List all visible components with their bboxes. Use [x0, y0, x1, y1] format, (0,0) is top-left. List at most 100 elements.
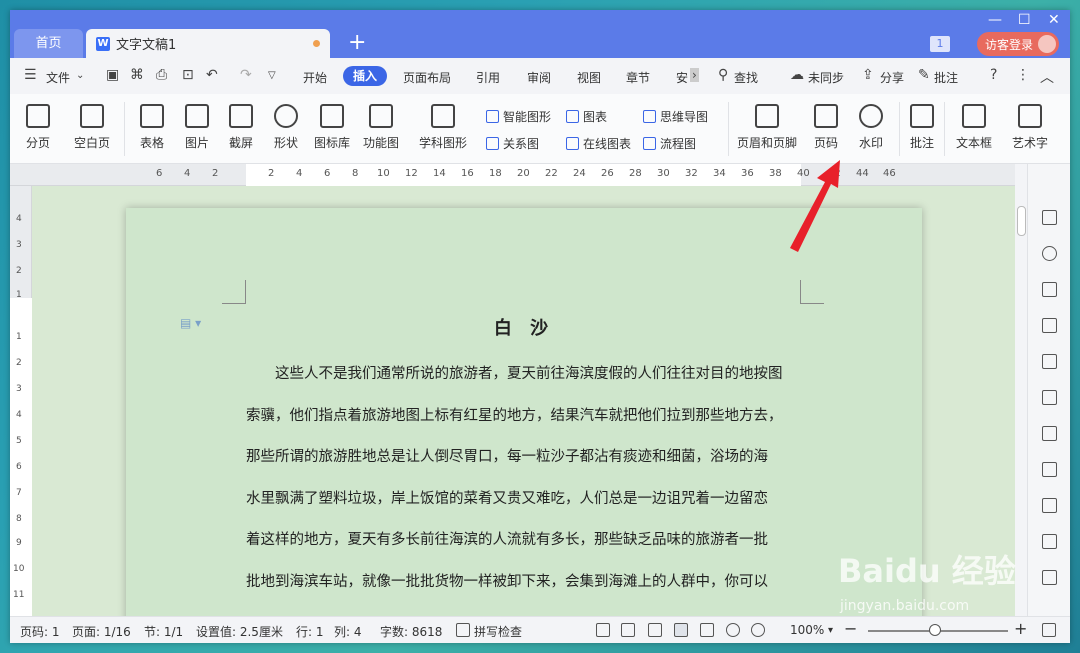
zoom-in-icon[interactable]: + — [1014, 619, 1027, 638]
mind-map-button[interactable]: 思维导图 — [643, 108, 708, 125]
status-page-number[interactable]: 页码: 1 — [20, 623, 60, 640]
menu-start[interactable]: 开始 — [303, 69, 327, 86]
style-icon[interactable] — [1042, 282, 1057, 297]
archive-icon[interactable] — [1042, 570, 1057, 585]
subject-shape-button[interactable]: 学科图形 — [415, 94, 471, 151]
status-col[interactable]: 列: 4 — [334, 623, 362, 640]
watermark-button[interactable]: 水印 — [851, 94, 891, 151]
cloud-sync-icon[interactable]: ☁ — [790, 67, 804, 83]
search-icon[interactable]: ⚲ — [718, 67, 728, 83]
textbox-button[interactable]: 文本框 — [950, 94, 998, 151]
fullscreen-icon[interactable] — [596, 623, 610, 637]
menu-file[interactable]: 文件 — [46, 69, 70, 86]
table-panel-icon[interactable] — [1042, 318, 1057, 333]
picture-button[interactable]: 图片 — [177, 94, 217, 151]
tab-document[interactable]: W 文字文稿1 — [86, 29, 330, 58]
text-line[interactable]: 水里飘满了塑料垃圾，岸上饭馆的菜肴又贵又难吃，人们总是一边诅咒着一边留恋 — [246, 479, 802, 521]
status-setting[interactable]: 设置值: 2.5厘米 — [196, 623, 283, 640]
page-view-icon[interactable] — [674, 623, 688, 637]
document-title[interactable]: 白 沙 — [126, 314, 922, 340]
redo-icon[interactable]: ↷ — [240, 67, 252, 83]
share-button[interactable]: 分享 — [880, 69, 904, 86]
guest-login-button[interactable]: 访客登录 — [977, 32, 1059, 56]
quick-access-dropdown-icon[interactable]: ▽ — [268, 70, 276, 81]
save-icon[interactable]: ▣ — [106, 67, 119, 83]
grid-icon[interactable] — [1042, 354, 1057, 369]
function-chart-button[interactable]: 功能图 — [358, 94, 404, 151]
menu-reference[interactable]: 引用 — [476, 69, 500, 86]
flowchart-button[interactable]: 流程图 — [643, 135, 696, 152]
help-icon[interactable]: ? — [990, 67, 997, 83]
menu-chapter[interactable]: 章节 — [626, 69, 650, 86]
zoom-dropdown-icon[interactable]: ▾ — [828, 625, 833, 636]
more-icon[interactable]: ⋮ — [1016, 67, 1030, 83]
page-break-button[interactable]: 分页 — [18, 94, 58, 151]
text-line[interactable]: 那些所谓的旅游胜地总是让人倒尽胃口，每一粒沙子都沾有痰迹和细菌，浴场的海 — [246, 437, 802, 479]
collapse-ribbon-icon[interactable]: ︿ — [1040, 67, 1054, 87]
undo-icon[interactable]: ↶ — [206, 67, 218, 83]
tab-home[interactable]: 首页 — [14, 29, 83, 58]
fit-window-icon[interactable] — [1042, 623, 1056, 637]
spell-check-button[interactable]: 拼写检查 — [474, 623, 522, 640]
zoom-slider-handle[interactable] — [929, 624, 941, 636]
comment-menu[interactable]: 批注 — [934, 69, 958, 86]
vertical-ruler[interactable]: 4 3 2 1 1 2 3 4 5 6 7 8 9 10 11 — [10, 186, 32, 616]
chart-button[interactable]: 图表 — [566, 108, 607, 125]
shapes-icon[interactable] — [1042, 246, 1057, 261]
menu-security[interactable]: 安 — [676, 69, 688, 86]
wordart-button[interactable]: 艺术字 — [1006, 94, 1054, 151]
comment-icon[interactable]: ✎ — [918, 67, 930, 83]
format-painter-icon[interactable]: ⌘ — [130, 67, 144, 83]
status-row[interactable]: 行: 1 — [296, 623, 324, 640]
bar-chart-icon[interactable] — [1042, 390, 1057, 405]
menu-view[interactable]: 视图 — [577, 69, 601, 86]
search-label[interactable]: 查找 — [734, 69, 758, 86]
status-pages[interactable]: 页面: 1/16 — [72, 623, 131, 640]
relation-chart-button[interactable]: 关系图 — [486, 135, 539, 152]
online-chart-button[interactable]: 在线图表 — [566, 135, 631, 152]
new-tab-button[interactable]: + — [348, 32, 366, 54]
write-mode-icon[interactable] — [648, 623, 662, 637]
annotation-button[interactable]: 批注 — [905, 94, 939, 151]
menu-review[interactable]: 审阅 — [527, 69, 551, 86]
pen-icon[interactable] — [1042, 210, 1057, 225]
status-section[interactable]: 节: 1/1 — [144, 623, 183, 640]
page-number-button[interactable]: 页码 — [806, 94, 846, 151]
print-icon[interactable]: ⎙ — [156, 67, 167, 83]
window-count-badge[interactable]: 1 — [930, 36, 950, 52]
vertical-scrollbar[interactable] — [1015, 164, 1027, 616]
sync-status[interactable]: 未同步 — [808, 69, 844, 86]
zoom-level[interactable]: 100% — [790, 623, 824, 637]
menu-page-layout[interactable]: 页面布局 — [403, 69, 451, 86]
shape-button[interactable]: 形状 — [266, 94, 306, 151]
close-icon[interactable]: ✕ — [1048, 12, 1060, 28]
smart-shape-button[interactable]: 智能图形 — [486, 108, 551, 125]
menu-insert-active[interactable]: 插入 — [343, 66, 387, 86]
text-line[interactable]: 批地到海滨车站，就像一批批货物一样被卸下来，会集到海滩上的人群中，你可以 — [246, 562, 802, 604]
share-icon[interactable]: ⇪ — [862, 67, 874, 83]
status-word-count[interactable]: 字数: 8618 — [380, 623, 442, 640]
screenshot-button[interactable]: 截屏 — [221, 94, 261, 151]
scrollbar-thumb[interactable] — [1017, 206, 1026, 236]
icon-library-button[interactable]: 图标库 — [312, 94, 352, 151]
eye-protection-icon[interactable] — [751, 623, 765, 637]
minimize-icon[interactable]: — — [988, 12, 1002, 28]
translate-icon[interactable] — [1042, 534, 1057, 549]
header-footer-button[interactable]: 页眉和页脚 — [734, 94, 800, 151]
share-panel-icon[interactable] — [1042, 498, 1057, 513]
web-view-icon[interactable] — [726, 623, 740, 637]
chevron-right-icon[interactable]: › — [690, 68, 699, 82]
outline-view-icon[interactable] — [700, 623, 714, 637]
settings-sliders-icon[interactable] — [1042, 426, 1057, 441]
text-line[interactable]: 索骥，他们指点着旅游地图上标有红星的地方，结果汽车就把他们拉到那些地方去， — [246, 396, 802, 438]
horizontal-ruler[interactable]: 6 4 2 2 4 6 8 10 12 14 16 18 20 22 24 26… — [10, 164, 1015, 186]
document-page[interactable]: ▤ ▾ 白 沙 这些人不是我们通常所说的旅游者，夏天前往海滨度假的人们往往对目的… — [126, 208, 922, 628]
text-line[interactable]: 着这样的地方，夏天有多长前往海滨的人流就有多长，那些缺乏品味的旅游者一批 — [246, 520, 802, 562]
hamburger-icon[interactable]: ☰ — [24, 67, 37, 83]
read-mode-icon[interactable] — [621, 623, 635, 637]
chevron-down-icon[interactable]: ⌄ — [76, 70, 84, 81]
text-line[interactable]: 这些人不是我们通常所说的旅游者，夏天前往海滨度假的人们往往对目的地按图 — [246, 354, 802, 396]
zoom-out-icon[interactable]: − — [844, 619, 857, 638]
maximize-icon[interactable]: ☐ — [1018, 12, 1031, 28]
table-button[interactable]: 表格 — [132, 94, 172, 151]
